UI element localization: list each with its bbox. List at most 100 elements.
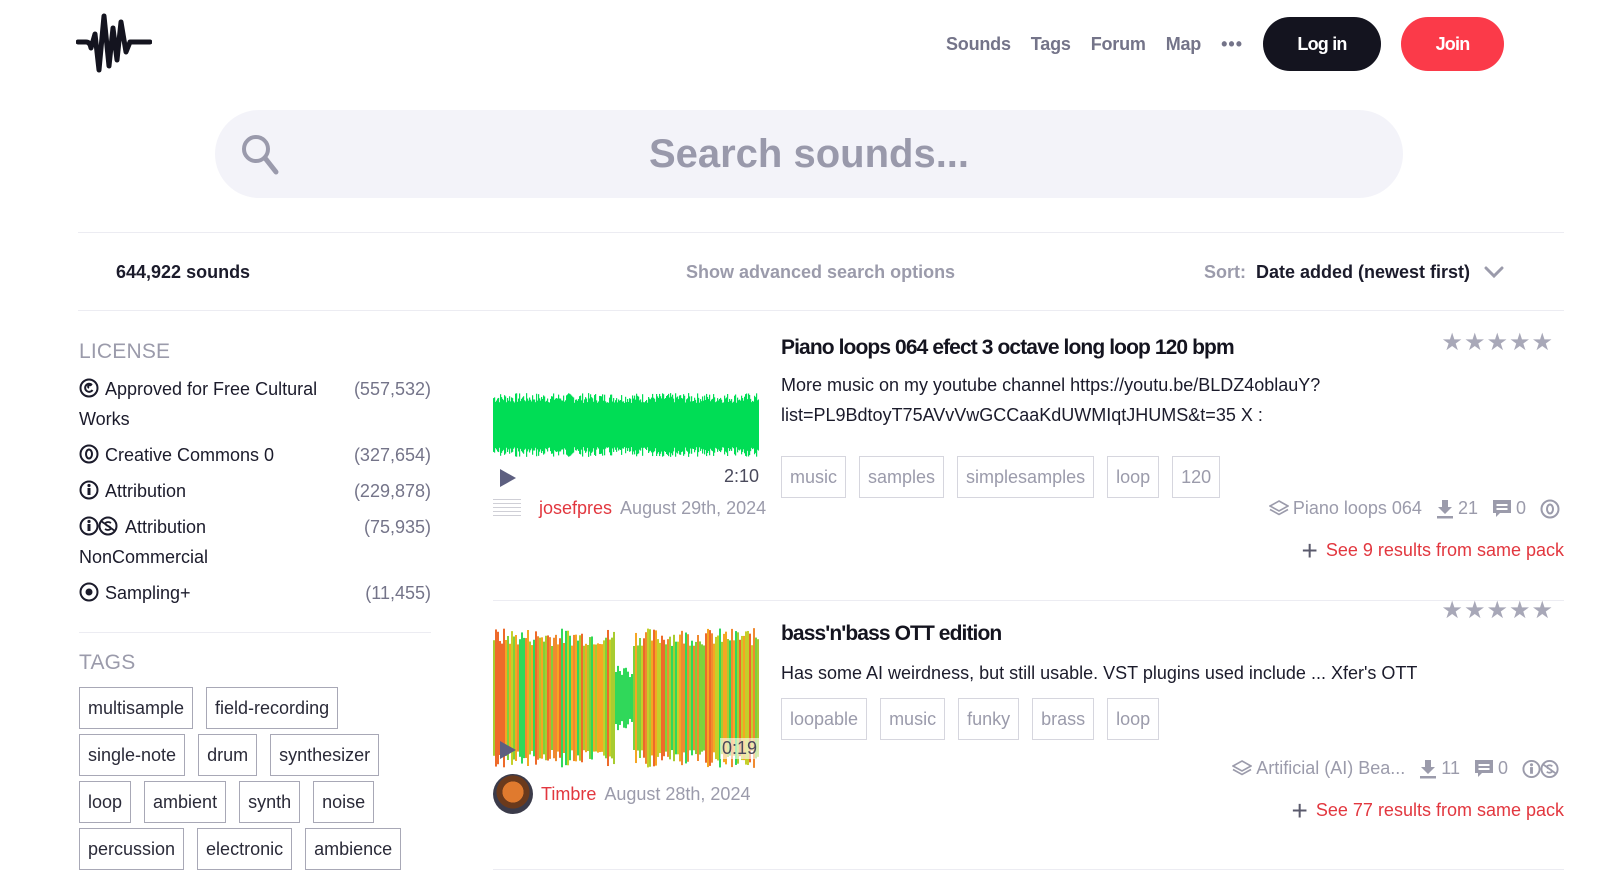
waveform-bar: [691, 640, 693, 756]
search-icon[interactable]: [239, 132, 283, 176]
waveform-bar: [671, 645, 673, 751]
layers-icon: [1232, 759, 1253, 775]
waveform-bar: [637, 645, 639, 751]
waveform-bar: [535, 631, 537, 765]
waveform-bar: [547, 635, 549, 761]
license-filter-attribution-noncommercial[interactable]: Attribution NonCommercial (75,935): [79, 512, 431, 572]
tag-filter[interactable]: ambience: [305, 828, 402, 870]
waveform-bar: [569, 635, 571, 761]
tag-filter[interactable]: single-note: [79, 734, 186, 776]
license-badge[interactable]: [1522, 759, 1564, 779]
license-filter-sampling-plus[interactable]: Sampling+ (11,455): [79, 578, 431, 608]
waveform-bar: [541, 637, 543, 759]
waveform-bar: [563, 642, 565, 754]
downloads-value: 11: [1441, 758, 1460, 778]
sound-tag[interactable]: 120: [1172, 456, 1221, 498]
sort-dropdown[interactable]: Sort: Date added (newest first): [1204, 262, 1504, 283]
sound-tag[interactable]: loop: [1107, 456, 1160, 498]
license-badge[interactable]: [1540, 499, 1564, 519]
more-menu-icon[interactable]: •••: [1221, 34, 1243, 55]
tag-filter[interactable]: noise: [313, 781, 375, 823]
waveform-bar: [617, 665, 619, 731]
nav-sounds[interactable]: Sounds: [946, 34, 1011, 55]
login-button[interactable]: Log in: [1263, 17, 1381, 71]
tag-filter[interactable]: ambient: [144, 781, 227, 823]
free-cultural-icon: [79, 378, 99, 398]
search-input[interactable]: [215, 131, 1403, 177]
sound-tag[interactable]: samples: [859, 456, 945, 498]
more-from-pack-link[interactable]: + See 9 results from same pack: [1301, 534, 1564, 566]
waveform-bar: [509, 643, 511, 753]
nav-tags[interactable]: Tags: [1031, 34, 1071, 55]
nav-map[interactable]: Map: [1166, 34, 1202, 55]
sound-title[interactable]: Piano loops 064 efect 3 octave long loop…: [781, 336, 1235, 360]
license-section-title: LICENSE: [79, 340, 171, 363]
pack-link[interactable]: Piano loops 064: [1268, 498, 1422, 519]
divider: [79, 632, 431, 633]
tag-filter[interactable]: loop: [79, 781, 132, 823]
sound-tag[interactable]: funky: [958, 698, 1020, 740]
waveform-bar: [529, 641, 531, 755]
waveform-bar: [685, 632, 687, 764]
waveform-bar: [565, 630, 567, 766]
tag-filter[interactable]: synthesizer: [270, 734, 380, 776]
waveform-bar: [679, 634, 681, 762]
waveform-bar: [545, 635, 547, 761]
tag-filter[interactable]: multisample: [79, 687, 194, 729]
play-icon[interactable]: [499, 740, 517, 760]
sound-tag[interactable]: music: [880, 698, 946, 740]
author-name[interactable]: josefpres: [539, 498, 612, 519]
license-filter-cc0[interactable]: Creative Commons 0 (327,654): [79, 440, 431, 470]
avatar[interactable]: [493, 498, 521, 519]
sound-tag[interactable]: music: [781, 456, 847, 498]
waveform-bar: [677, 641, 679, 755]
sound-title[interactable]: bass'n'bass OTT edition: [781, 622, 1002, 646]
waveform[interactable]: [493, 390, 759, 460]
waveform-bar: [585, 643, 587, 753]
sound-tag[interactable]: simplesamples: [957, 456, 1095, 498]
tag-filter[interactable]: drum: [198, 734, 258, 776]
tag-filter[interactable]: field-recording: [206, 687, 339, 729]
play-icon[interactable]: [499, 468, 517, 488]
waveform-bar: [631, 674, 633, 722]
waveform-bar: [661, 635, 663, 761]
nav-forum[interactable]: Forum: [1091, 34, 1146, 55]
tag-filter[interactable]: percussion: [79, 828, 185, 870]
license-count: (557,532): [353, 379, 431, 399]
tags-filter-list: multisample field-recording single-note …: [79, 687, 431, 875]
author-name[interactable]: Timbre: [541, 784, 596, 805]
author-info: Timbre August 28th, 2024: [493, 774, 750, 814]
waveform-bar: [657, 639, 659, 757]
more-from-pack-link[interactable]: + See 77 results from same pack: [1292, 796, 1564, 824]
waveform-bar: [539, 637, 541, 759]
plus-icon: +: [1301, 534, 1318, 566]
license-name: Approved for Free Cultural Works: [79, 379, 318, 429]
license-filter-attribution[interactable]: Attribution (229,878): [79, 476, 431, 506]
join-button[interactable]: Join: [1401, 17, 1504, 71]
waveform-bar: [715, 636, 717, 760]
rating-stars[interactable]: ★★★★★: [1441, 596, 1554, 625]
chevron-down-icon[interactable]: [1484, 265, 1504, 279]
upload-date: August 28th, 2024: [604, 783, 751, 804]
freesound-logo[interactable]: [76, 12, 152, 74]
rating-stars[interactable]: ★★★★★: [1441, 328, 1554, 357]
sampling-plus-icon: [79, 582, 99, 602]
license-filter-free-cultural[interactable]: Approved for Free Cultural Works (557,53…: [79, 374, 431, 434]
tag-filter[interactable]: synth: [239, 781, 301, 823]
avatar[interactable]: [493, 774, 533, 814]
sound-tag[interactable]: loopable: [781, 698, 868, 740]
waveform-bar: [627, 671, 629, 725]
sound-tag[interactable]: brass: [1032, 698, 1095, 740]
advanced-search-link[interactable]: Show advanced search options: [686, 262, 955, 283]
waveform-bar: [603, 640, 605, 756]
sound-result: 0:19 bass'n'bass OTT edition ★★★★★ Has s…: [493, 597, 1564, 870]
pack-link[interactable]: Artificial (AI) Bea...: [1232, 758, 1405, 779]
sort-value[interactable]: Date added (newest first): [1256, 262, 1470, 283]
sound-tag[interactable]: loop: [1107, 698, 1160, 740]
waveform-bar: [553, 637, 555, 759]
waveform-bar: [567, 630, 569, 766]
tag-filter[interactable]: electronic: [197, 828, 293, 870]
waveform-bar: [577, 640, 579, 756]
waveform-bar: [595, 644, 597, 752]
download-icon: [1420, 759, 1437, 778]
